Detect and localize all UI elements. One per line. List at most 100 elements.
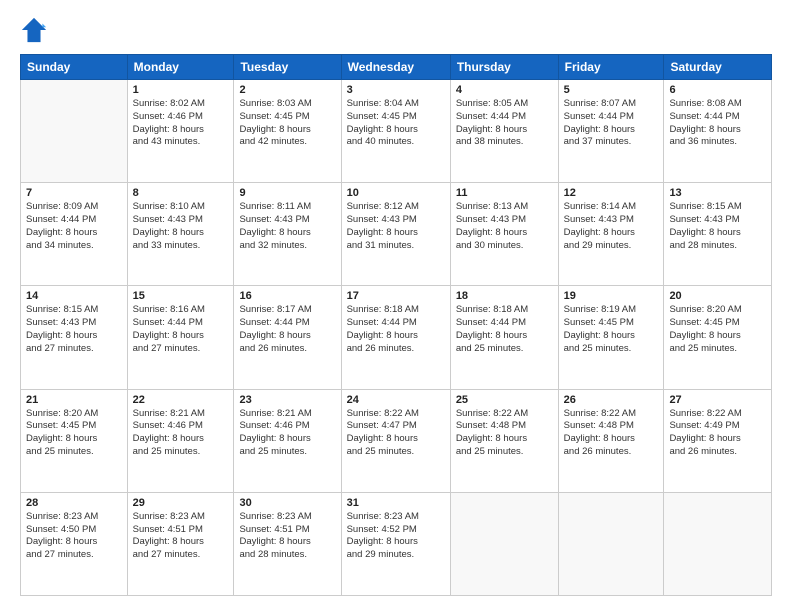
calendar-header-saturday: Saturday [664,55,772,80]
day-detail: Sunrise: 8:20 AM Sunset: 4:45 PM Dayligh… [26,408,122,459]
day-number: 11 [456,187,553,199]
day-detail: Sunrise: 8:16 AM Sunset: 4:44 PM Dayligh… [133,304,229,355]
day-number: 10 [347,187,445,199]
day-detail: Sunrise: 8:17 AM Sunset: 4:44 PM Dayligh… [239,304,335,355]
day-detail: Sunrise: 8:11 AM Sunset: 4:43 PM Dayligh… [239,201,335,252]
day-number: 24 [347,394,445,406]
day-number: 17 [347,290,445,302]
day-number: 18 [456,290,553,302]
calendar-cell: 26 Sunrise: 8:22 AM Sunset: 4:48 PM Dayli… [558,389,664,492]
day-detail: Sunrise: 8:21 AM Sunset: 4:46 PM Dayligh… [133,408,229,459]
logo [20,16,52,44]
day-number: 2 [239,84,335,96]
day-number: 29 [133,497,229,509]
day-detail: Sunrise: 8:19 AM Sunset: 4:45 PM Dayligh… [564,304,659,355]
calendar-cell: 18Sunrise: 8:18 AM Sunset: 4:44 PM Dayli… [450,286,558,389]
calendar-cell: 4Sunrise: 8:05 AM Sunset: 4:44 PM Daylig… [450,80,558,183]
day-number: 14 [26,290,122,302]
calendar-header-tuesday: Tuesday [234,55,341,80]
day-number: 16 [239,290,335,302]
day-number: 8 [133,187,229,199]
day-detail: Sunrise: 8:12 AM Sunset: 4:43 PM Dayligh… [347,201,445,252]
day-number: 27 [669,394,766,406]
day-number: 22 [133,394,229,406]
day-detail: Sunrise: 8:13 AM Sunset: 4:43 PM Dayligh… [456,201,553,252]
calendar-header-sunday: Sunday [21,55,128,80]
day-detail: Sunrise: 8:15 AM Sunset: 4:43 PM Dayligh… [669,201,766,252]
calendar-cell: 24 Sunrise: 8:22 AM Sunset: 4:47 PM Dayli… [341,389,450,492]
day-number: 13 [669,187,766,199]
calendar-cell: 27 Sunrise: 8:22 AM Sunset: 4:49 PM Dayli… [664,389,772,492]
day-detail: Sunrise: 8:14 AM Sunset: 4:43 PM Dayligh… [564,201,659,252]
calendar-cell: 9 Sunrise: 8:11 AM Sunset: 4:43 PM Daylig… [234,183,341,286]
calendar-week-row: 14 Sunrise: 8:15 AM Sunset: 4:43 PM Dayli… [21,286,772,389]
calendar-cell: 12 Sunrise: 8:14 AM Sunset: 4:43 PM Dayli… [558,183,664,286]
calendar-table: SundayMondayTuesdayWednesdayThursdayFrid… [20,54,772,596]
calendar-cell: 8 Sunrise: 8:10 AM Sunset: 4:43 PM Daylig… [127,183,234,286]
day-detail: Sunrise: 8:23 AM Sunset: 4:51 PM Dayligh… [133,511,229,562]
day-detail: Sunrise: 8:22 AM Sunset: 4:47 PM Dayligh… [347,408,445,459]
calendar-cell: 3Sunrise: 8:04 AM Sunset: 4:45 PM Daylig… [341,80,450,183]
day-detail: Sunrise: 8:22 AM Sunset: 4:48 PM Dayligh… [456,408,553,459]
day-number: 5 [564,84,659,96]
day-detail: Sunrise: 8:20 AM Sunset: 4:45 PM Dayligh… [669,304,766,355]
calendar-cell: 1 Sunrise: 8:02 AM Sunset: 4:46 PM Daylig… [127,80,234,183]
day-detail: Sunrise: 8:23 AM Sunset: 4:52 PM Dayligh… [347,511,445,562]
day-number: 9 [239,187,335,199]
calendar-cell: 2Sunrise: 8:03 AM Sunset: 4:45 PM Daylig… [234,80,341,183]
calendar-cell: 16 Sunrise: 8:17 AM Sunset: 4:44 PM Dayli… [234,286,341,389]
day-number: 4 [456,84,553,96]
calendar-cell: 28 Sunrise: 8:23 AM Sunset: 4:50 PM Dayli… [21,492,128,595]
calendar-cell: 23 Sunrise: 8:21 AM Sunset: 4:46 PM Dayli… [234,389,341,492]
header [20,16,772,44]
day-number: 12 [564,187,659,199]
calendar-week-row: 1 Sunrise: 8:02 AM Sunset: 4:46 PM Daylig… [21,80,772,183]
calendar-cell: 15 Sunrise: 8:16 AM Sunset: 4:44 PM Dayli… [127,286,234,389]
calendar-week-row: 28 Sunrise: 8:23 AM Sunset: 4:50 PM Dayli… [21,492,772,595]
calendar-cell: 5 Sunrise: 8:07 AM Sunset: 4:44 PM Daylig… [558,80,664,183]
day-number: 31 [347,497,445,509]
calendar-cell [558,492,664,595]
calendar-cell: 7 Sunrise: 8:09 AM Sunset: 4:44 PM Daylig… [21,183,128,286]
calendar-header-thursday: Thursday [450,55,558,80]
day-number: 25 [456,394,553,406]
day-detail: Sunrise: 8:15 AM Sunset: 4:43 PM Dayligh… [26,304,122,355]
calendar-cell: 6 Sunrise: 8:08 AM Sunset: 4:44 PM Daylig… [664,80,772,183]
day-number: 28 [26,497,122,509]
calendar-cell: 25 Sunrise: 8:22 AM Sunset: 4:48 PM Dayli… [450,389,558,492]
day-detail: Sunrise: 8:08 AM Sunset: 4:44 PM Dayligh… [669,98,766,149]
day-number: 3 [347,84,445,96]
day-number: 26 [564,394,659,406]
day-detail: Sunrise: 8:22 AM Sunset: 4:49 PM Dayligh… [669,408,766,459]
calendar-cell: 11 Sunrise: 8:13 AM Sunset: 4:43 PM Dayli… [450,183,558,286]
day-number: 7 [26,187,122,199]
calendar-header-friday: Friday [558,55,664,80]
day-number: 15 [133,290,229,302]
day-detail: Sunrise: 8:09 AM Sunset: 4:44 PM Dayligh… [26,201,122,252]
calendar-header-monday: Monday [127,55,234,80]
day-detail: Sunrise: 8:07 AM Sunset: 4:44 PM Dayligh… [564,98,659,149]
calendar-cell: 21Sunrise: 8:20 AM Sunset: 4:45 PM Dayli… [21,389,128,492]
calendar-cell [450,492,558,595]
day-detail: Sunrise: 8:23 AM Sunset: 4:50 PM Dayligh… [26,511,122,562]
day-detail: Sunrise: 8:02 AM Sunset: 4:46 PM Dayligh… [133,98,229,149]
day-number: 23 [239,394,335,406]
day-detail: Sunrise: 8:23 AM Sunset: 4:51 PM Dayligh… [239,511,335,562]
day-detail: Sunrise: 8:22 AM Sunset: 4:48 PM Dayligh… [564,408,659,459]
calendar-cell: 10 Sunrise: 8:12 AM Sunset: 4:43 PM Dayli… [341,183,450,286]
logo-icon [20,16,48,44]
calendar-cell [21,80,128,183]
calendar-cell [664,492,772,595]
day-number: 19 [564,290,659,302]
calendar-header-wednesday: Wednesday [341,55,450,80]
day-number: 6 [669,84,766,96]
calendar-cell: 30Sunrise: 8:23 AM Sunset: 4:51 PM Dayli… [234,492,341,595]
day-detail: Sunrise: 8:10 AM Sunset: 4:43 PM Dayligh… [133,201,229,252]
calendar-header-row: SundayMondayTuesdayWednesdayThursdayFrid… [21,55,772,80]
day-detail: Sunrise: 8:21 AM Sunset: 4:46 PM Dayligh… [239,408,335,459]
day-number: 1 [133,84,229,96]
calendar-page: SundayMondayTuesdayWednesdayThursdayFrid… [0,0,792,612]
calendar-cell: 14 Sunrise: 8:15 AM Sunset: 4:43 PM Dayli… [21,286,128,389]
calendar-cell: 31 Sunrise: 8:23 AM Sunset: 4:52 PM Dayli… [341,492,450,595]
calendar-cell: 22 Sunrise: 8:21 AM Sunset: 4:46 PM Dayli… [127,389,234,492]
